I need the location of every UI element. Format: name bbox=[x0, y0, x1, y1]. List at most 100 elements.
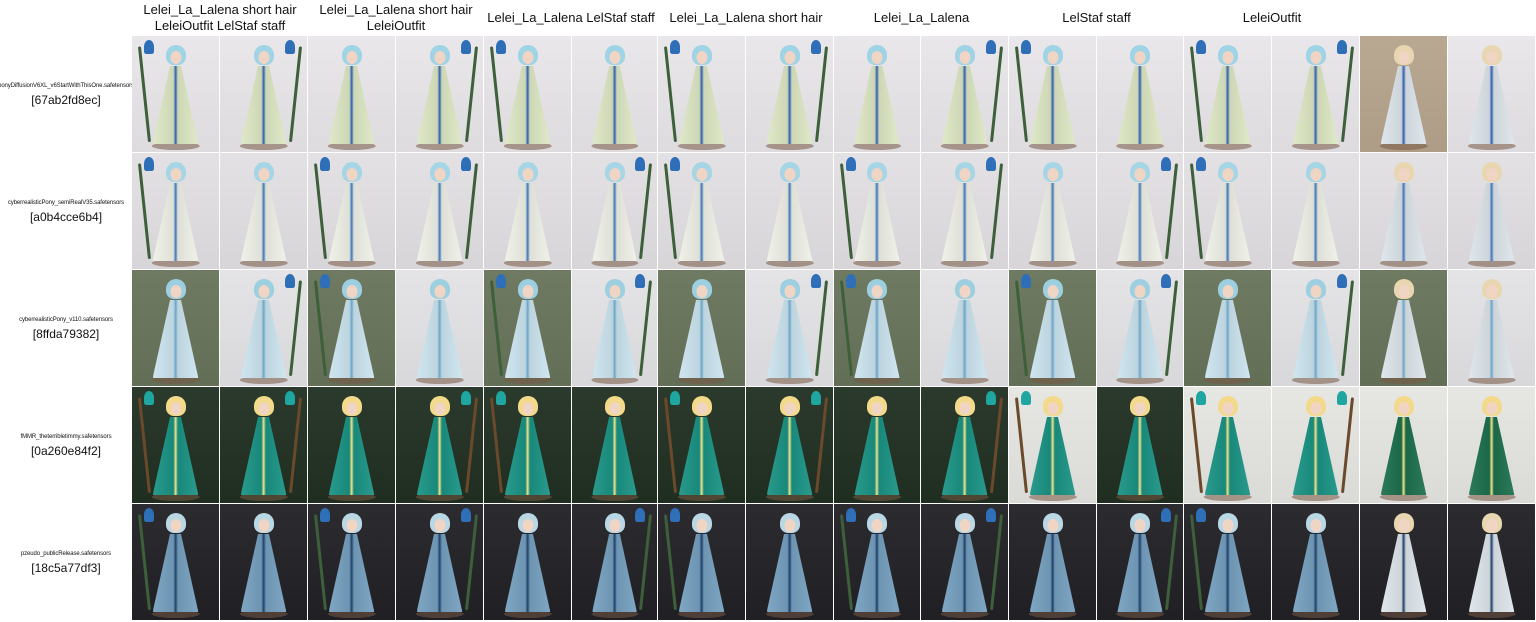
generated-image bbox=[308, 153, 395, 269]
staff bbox=[137, 46, 151, 143]
staff bbox=[288, 280, 302, 377]
generated-image bbox=[1272, 504, 1359, 620]
staff bbox=[989, 514, 1003, 611]
staff-head bbox=[143, 40, 154, 54]
figure-dress bbox=[152, 300, 199, 378]
figure-dress bbox=[592, 300, 637, 378]
staff-head bbox=[985, 157, 996, 171]
figure-face bbox=[170, 51, 181, 64]
model-hash: [67ab2fd8ec] bbox=[31, 92, 101, 107]
model-hash: [8ffda79382] bbox=[32, 326, 100, 341]
figure-dress bbox=[678, 66, 725, 144]
staff bbox=[639, 163, 653, 260]
staff bbox=[288, 46, 302, 143]
figure-face bbox=[434, 519, 445, 532]
figure-face bbox=[346, 519, 357, 532]
staff bbox=[639, 514, 653, 611]
staff bbox=[814, 46, 828, 143]
figure-dress bbox=[766, 417, 813, 495]
figure-face bbox=[434, 402, 445, 415]
figure-face bbox=[871, 519, 883, 532]
figure-face bbox=[170, 402, 181, 415]
generated-image bbox=[746, 270, 833, 386]
generated-image bbox=[396, 387, 483, 503]
staff-head bbox=[1336, 274, 1347, 288]
staff bbox=[989, 397, 1003, 494]
figure-face bbox=[784, 51, 795, 64]
row-label: ponyDiffusionV6XL_v6StartWithThisOne.saf… bbox=[0, 36, 134, 153]
figure-face bbox=[784, 168, 795, 181]
figure-face bbox=[1310, 51, 1321, 64]
figure-dress bbox=[504, 417, 551, 495]
figure-face bbox=[959, 168, 970, 181]
column-header: Lelei_La_Lalena short hair LeleiOutfit L… bbox=[143, 2, 297, 33]
row-label: fMMR_theterribletimmy.safetensors [0a260e… bbox=[0, 387, 132, 504]
column-header: Lelei_La_Lalena short hair LeleiOutfit bbox=[319, 2, 473, 33]
generated-image bbox=[1184, 387, 1271, 503]
figure-dress bbox=[766, 183, 813, 261]
figure-dress bbox=[1029, 183, 1076, 261]
figure-dress bbox=[416, 66, 463, 144]
generated-image bbox=[1097, 36, 1183, 152]
figure-dress bbox=[941, 417, 988, 495]
generated-image bbox=[834, 504, 920, 620]
generated-image bbox=[1272, 153, 1359, 269]
generated-image bbox=[1009, 387, 1096, 503]
figure-face bbox=[696, 285, 707, 298]
staff-head bbox=[495, 274, 506, 288]
figure-face bbox=[696, 519, 707, 532]
staff-head bbox=[284, 274, 295, 288]
figure-dress bbox=[592, 534, 637, 612]
figure-face bbox=[1134, 285, 1146, 298]
figure-dress bbox=[1380, 300, 1427, 378]
staff-head bbox=[319, 508, 330, 522]
generated-image bbox=[220, 387, 307, 503]
figure-face bbox=[434, 285, 445, 298]
figure-dress bbox=[1204, 183, 1251, 261]
figure-dress bbox=[240, 66, 287, 144]
generated-image bbox=[658, 153, 745, 269]
figure-dress bbox=[152, 534, 199, 612]
figure-face bbox=[1486, 519, 1497, 532]
generated-image bbox=[834, 36, 920, 152]
figure-dress bbox=[1117, 417, 1163, 495]
column-header: LeleiOutfit bbox=[1242, 10, 1302, 25]
staff bbox=[1340, 397, 1354, 494]
generated-image bbox=[1097, 153, 1183, 269]
staff-head bbox=[1160, 274, 1171, 288]
staff bbox=[839, 163, 853, 260]
staff bbox=[313, 163, 327, 260]
generated-image bbox=[1009, 36, 1096, 152]
figure-dress bbox=[504, 66, 551, 144]
figure-dress bbox=[328, 66, 375, 144]
generated-image bbox=[746, 153, 833, 269]
staff-head bbox=[845, 157, 856, 171]
figure-dress bbox=[328, 183, 375, 261]
figure-face bbox=[258, 285, 269, 298]
staff bbox=[1164, 280, 1178, 377]
generated-image bbox=[1184, 36, 1271, 152]
figure-face bbox=[1398, 519, 1409, 532]
figure-face bbox=[871, 402, 883, 415]
figure-face bbox=[959, 402, 970, 415]
figure-dress bbox=[1380, 66, 1427, 144]
figure-dress bbox=[240, 183, 287, 261]
figure-dress bbox=[854, 300, 900, 378]
figure-dress bbox=[416, 300, 463, 378]
column-header: Lelei_La_Lalena LelStaf staff bbox=[487, 10, 655, 25]
figure-face bbox=[1222, 51, 1233, 64]
figure-dress bbox=[1292, 66, 1339, 144]
figure-face bbox=[170, 285, 181, 298]
figure-dress bbox=[678, 534, 725, 612]
generated-image bbox=[1448, 153, 1535, 269]
figure-face bbox=[258, 51, 269, 64]
generated-image bbox=[1097, 504, 1183, 620]
figure-face bbox=[1398, 285, 1409, 298]
generated-image bbox=[1360, 387, 1447, 503]
generated-image bbox=[658, 270, 745, 386]
staff-head bbox=[460, 157, 471, 171]
figure-face bbox=[346, 51, 357, 64]
staff-head bbox=[1195, 508, 1206, 522]
figure-dress bbox=[328, 417, 375, 495]
figure-dress bbox=[678, 417, 725, 495]
